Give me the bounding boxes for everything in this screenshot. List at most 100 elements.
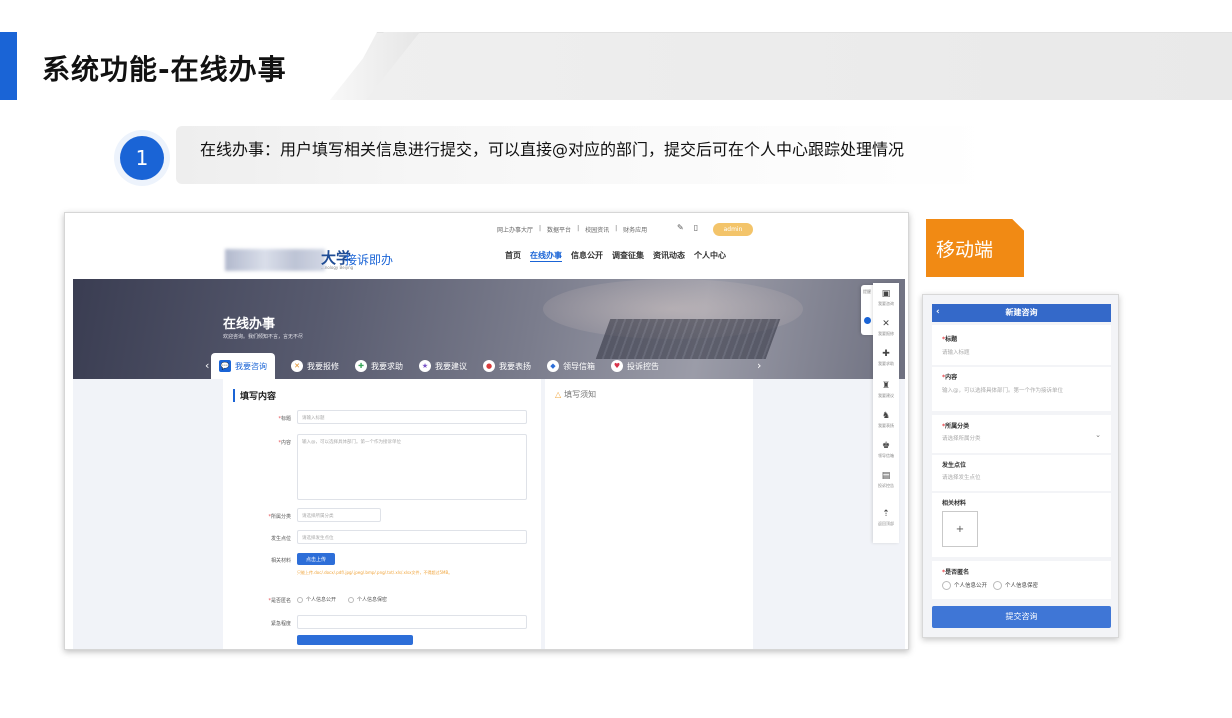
idea-icon: ♜ (881, 381, 891, 391)
mailbox-icon: ♚ (881, 441, 891, 451)
sidebar-item-help[interactable]: ✚ 我要求助 (873, 349, 899, 367)
top-link-sep: | (615, 225, 618, 232)
radio-circle (297, 596, 303, 603)
top-link-sep: | (577, 225, 580, 232)
add-attachment-button[interactable]: + (942, 511, 978, 547)
title-accent-bar (0, 32, 17, 100)
slide-title: 系统功能-在线办事 (42, 53, 287, 86)
side-tab-dot (863, 317, 871, 324)
tools-icon: ✕ (291, 360, 303, 372)
top-link-finance[interactable]: 财务应用 (623, 225, 647, 234)
top-links: 网上办事大厅 | 数据平台 | 校园资讯 | 财务应用 (497, 225, 647, 234)
mobile-location-field[interactable]: 发生点位 请选择发生点位 (932, 455, 1111, 491)
desktop-screenshot: 网上办事大厅 | 数据平台 | 校园资讯 | 财务应用 ✎ ▯ admin 大学… (64, 212, 909, 650)
user-pill[interactable]: admin (713, 223, 753, 236)
medal-icon: ● (483, 360, 495, 372)
logo-emblem-blurred (225, 249, 325, 271)
title-input[interactable]: 请输入标题 (297, 410, 527, 424)
tools-icon: ✕ (882, 319, 890, 329)
field-label-category: *所属分类 (268, 514, 291, 520)
content-textarea[interactable]: 输入@，可以选择具体部门。第一个作为接诉单位 (297, 434, 527, 500)
sidebar-item-leader-mailbox[interactable]: ♚ 领导信箱 (873, 441, 899, 459)
sidebar-item-back-to-top[interactable]: ⇡ 返回顶部 (873, 509, 899, 527)
nav-online-service[interactable]: 在线办事 (530, 250, 562, 262)
sidebar-item-praise[interactable]: ♞ 我要表扬 (873, 411, 899, 429)
sidebar-item-suggest[interactable]: ♜ 我要建议 (873, 381, 899, 399)
tab-label: 我要咨询 (235, 361, 267, 371)
mobile-header-title: 新建咨询 (1005, 308, 1038, 317)
mobile-category-placeholder: 请选择所属分类 (942, 436, 981, 442)
tab-praise[interactable]: ● 我要表扬 (483, 353, 531, 379)
upload-hint: 只能上传.doc/.docx/.pdf/.jpg/.jpeg/.bmp/.png… (297, 570, 453, 575)
top-icons: ✎ ▯ (677, 223, 698, 232)
radio-public[interactable]: 个人信息公开 (297, 596, 336, 603)
nav-info-public[interactable]: 信息公开 (571, 250, 603, 262)
tab-label: 我要建议 (435, 361, 467, 371)
category-select[interactable]: 请选择所属分类 (297, 508, 381, 522)
field-label-title: *标题 (278, 416, 291, 422)
nav-news[interactable]: 资讯动态 (653, 250, 685, 262)
anonymous-radio-group: 个人信息公开 个人信息保密 (297, 596, 387, 603)
logo-product-name: 接诉即办 (345, 253, 394, 267)
chat-icon: 💬 (219, 360, 231, 372)
radio-private[interactable]: 个人信息保密 (348, 596, 387, 603)
arrow-up-icon: ⇡ (882, 509, 890, 519)
sidebar-item-complaint[interactable]: ▤ 投诉控告 (873, 471, 899, 489)
top-link-news[interactable]: 校园资讯 (585, 225, 609, 234)
complaint-icon: ▤ (881, 471, 891, 481)
back-icon[interactable]: ‹ (936, 304, 940, 321)
mobile-location-label: 发生点位 (942, 462, 967, 469)
tab-label: 我要求助 (371, 361, 403, 371)
mobile-label: 移动端 (926, 219, 1024, 277)
form-submit-button[interactable] (297, 635, 413, 645)
location-input[interactable]: 请选择发生点位 (297, 530, 527, 544)
mobile-submit-button[interactable]: 提交咨询 (932, 606, 1111, 628)
tab-suggest[interactable]: ★ 我要建议 (419, 353, 467, 379)
side-collapse-tab[interactable]: 提醒 (861, 285, 873, 335)
mobile-title-field[interactable]: *标题 请输入标题 (932, 325, 1111, 365)
notice-title: △ 填写须知 (555, 390, 597, 399)
nav-home[interactable]: 首页 (505, 250, 521, 262)
sidebar-item-consult[interactable]: ▣ 我要咨询 (873, 289, 899, 307)
field-label-content: *内容 (278, 440, 291, 446)
tab-complaint[interactable]: ♥ 投诉控告 (611, 353, 659, 379)
top-link-data[interactable]: 数据平台 (547, 225, 571, 234)
nav-personal-center[interactable]: 个人中心 (694, 250, 726, 262)
mobile-category-field[interactable]: *所属分类 请选择所属分类 ⌄ (932, 415, 1111, 453)
wechat-icon[interactable]: ✎ (677, 223, 684, 232)
hero-banner: 在线办事 欢迎咨询。我们倾知不言，言无不尽 ‹ › 💬 我要咨询 ✕ 我要报修 … (73, 279, 905, 379)
service-tabs: 💬 我要咨询 ✕ 我要报修 ✚ 我要求助 ★ 我要建议 ● 我要表扬 ◆ 领导信… (73, 353, 905, 379)
mobile-content-field[interactable]: *内容 输入@，可以选择具体部门。第一个作为接诉单位 (932, 367, 1111, 411)
medal-icon: ♞ (881, 411, 891, 421)
tab-repair[interactable]: ✕ 我要报修 (291, 353, 339, 379)
tab-consult[interactable]: 💬 我要咨询 (211, 353, 275, 379)
top-link-sep: | (539, 225, 542, 232)
urgency-select[interactable] (297, 615, 527, 629)
sidebar-item-repair[interactable]: ✕ 我要报修 (873, 319, 899, 337)
chevron-down-icon: ⌄ (1095, 431, 1101, 439)
mobile-material-label: 相关材料 (942, 500, 967, 507)
tab-help[interactable]: ✚ 我要求助 (355, 353, 403, 379)
mobile-screenshot: ‹ 新建咨询 *标题 请输入标题 *内容 输入@，可以选择具体部门。第一个作为接… (922, 294, 1119, 638)
help-icon: ✚ (355, 360, 367, 372)
mobile-radio-private[interactable]: 个人信息保密 (993, 581, 1038, 590)
mobile-content-placeholder: 输入@，可以选择具体部门。第一个作为接诉单位 (942, 388, 1064, 394)
top-link-hall[interactable]: 网上办事大厅 (497, 225, 533, 234)
step-number-badge: 1 (120, 136, 164, 180)
mailbox-icon: ◆ (547, 360, 559, 372)
slide: 系统功能-在线办事 1 在线办事：用户填写相关信息进行提交，可以直接@对应的部门… (0, 0, 1232, 718)
tab-leader-mailbox[interactable]: ◆ 领导信箱 (547, 353, 595, 379)
chat-icon: ▣ (881, 289, 891, 299)
field-label-anonymous: *是否匿名 (268, 598, 291, 604)
field-label-location: 发生点位 (270, 536, 291, 542)
mobile-radio-public[interactable]: 个人信息公开 (942, 581, 987, 590)
field-label-urgency: 紧急程度 (270, 621, 291, 627)
mobile-icon[interactable]: ▯ (694, 223, 698, 232)
floating-sidebar: ▣ 我要咨询 ✕ 我要报修 ✚ 我要求助 ♜ 我要建议 ♞ 我要表扬 ♚ 领导信箱 ▤ 投诉控… (873, 283, 899, 543)
nav-survey[interactable]: 调查征集 (612, 250, 644, 262)
mobile-title-label: *标题 (942, 336, 958, 343)
mobile-header: ‹ 新建咨询 (932, 304, 1111, 322)
mobile-category-label: *所属分类 (942, 423, 970, 430)
upload-button[interactable]: 点击上传 (297, 553, 335, 565)
form-title: 填写内容 (233, 389, 276, 402)
